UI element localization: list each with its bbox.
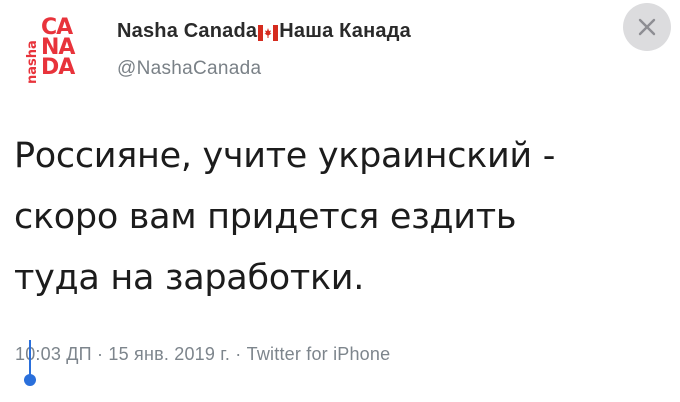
logo-row-3: DA [41, 55, 75, 80]
tweet-card: nashа CA NA DA Nasha Canada Наша Канада … [0, 0, 680, 402]
canada-flag-icon [258, 24, 279, 41]
account-handle[interactable]: @NashaCanada [117, 58, 261, 80]
account-logo[interactable]: nashа CA NA DA [24, 14, 94, 86]
tweet-line-1: Россияне, учите украинский - [14, 136, 556, 176]
tweet-line-3: туда на заработки. [14, 258, 365, 298]
close-icon [638, 18, 656, 36]
text-selection-handle-icon[interactable] [24, 340, 36, 388]
display-name-latin: Nasha Canada [117, 20, 258, 42]
logo-side-text: nashа [24, 14, 40, 86]
svg-text:nashа: nashа [25, 40, 40, 84]
tweet-text[interactable]: Россияне, учите украинский - скоро вам п… [14, 126, 664, 309]
display-name-cyrillic: Наша Канада [279, 20, 411, 42]
logo-letters: CA NA DA [41, 17, 81, 80]
close-button[interactable] [623, 3, 671, 51]
display-name[interactable]: Nasha Canada Наша Канада [117, 20, 411, 43]
tweet-line-2: скоро вам придется ездить [14, 197, 517, 237]
tweet-timestamp-source[interactable]: 10:03 ДП · 15 янв. 2019 г. · Twitter for… [15, 344, 390, 365]
